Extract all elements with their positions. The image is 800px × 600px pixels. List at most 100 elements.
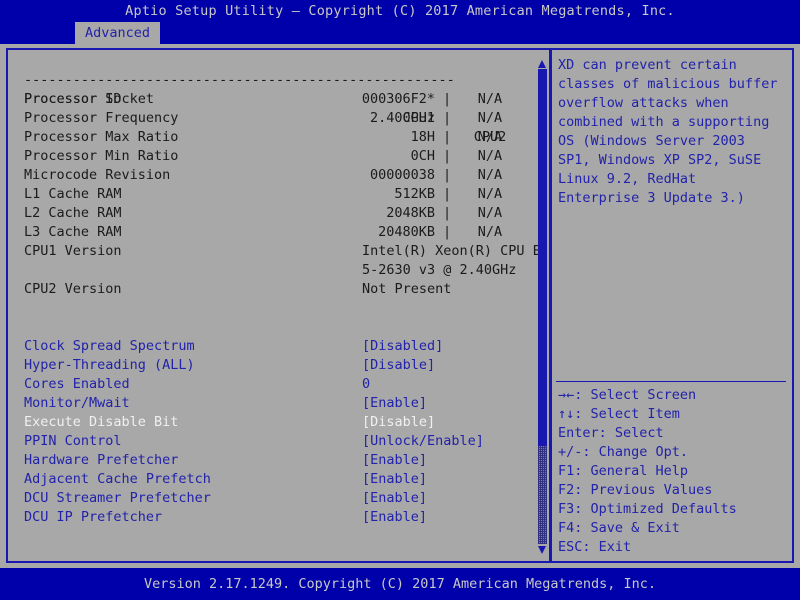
info-row-label: Processor Min Ratio [24, 148, 179, 164]
cpu-version-label: CPU2 Version [24, 281, 122, 297]
option-row[interactable]: Hyper-Threading (ALL) [Disable] [10, 356, 540, 375]
option-row[interactable]: PPIN Control [Unlock/Enable] [10, 432, 540, 451]
info-row-cpu1-value: 18H [410, 129, 435, 145]
option-row[interactable]: Monitor/Mwait [Enable] [10, 394, 540, 413]
info-row-cpu2-value: N/A [477, 148, 503, 164]
info-row-label: Processor ID [24, 91, 122, 107]
cpu-version-label: CPU1 Version [24, 243, 122, 259]
key-legend-line: ↑↓: Select Item [558, 406, 680, 422]
separator-row: ----------------------------------------… [10, 52, 540, 88]
processor-info-table: Processor ID 000306F2* | N/A Processor Frequ… [10, 90, 540, 242]
option-value[interactable]: [Disable] [362, 356, 435, 375]
option-value[interactable]: [Disable] [362, 413, 435, 432]
info-row-label: Microcode Revision [24, 167, 171, 183]
cpu-version-value: Intel(R) Xeon(R) CPU E [362, 243, 540, 259]
option-row[interactable]: DCU Streamer Prefetcher [Enable] [10, 489, 540, 508]
info-row-cpu2-value: N/A [477, 129, 503, 145]
info-row-separator: | [443, 148, 452, 164]
info-row-cpu1-value: 2048KB [386, 205, 435, 221]
option-value[interactable]: 0 [362, 375, 370, 394]
key-legend-line: F2: Previous Values [558, 482, 713, 498]
option-label: DCU Streamer Prefetcher [24, 490, 211, 506]
cpu-version-row: 5-2630 v3 @ 2.40GHz [10, 261, 540, 280]
option-row[interactable]: Execute Disable Bit [Disable] [10, 413, 540, 432]
option-value[interactable]: [Enable] [362, 451, 427, 470]
option-label: Execute Disable Bit [24, 414, 179, 430]
key-legend-line: +/-: Change Opt. [558, 444, 689, 460]
help-description-line: overflow attacks when [558, 95, 729, 111]
help-description-pane: XD can prevent certain classes of malicio… [558, 56, 790, 208]
info-row-separator: | [443, 224, 452, 240]
option-row[interactable]: Cores Enabled 0 [10, 375, 540, 394]
info-row: Processor Frequency 2.400GHz | N/A [10, 109, 540, 128]
info-row-cpu2-value: N/A [477, 224, 503, 240]
key-legend-pane: →←: Select Screen ↑↓: Select Item Enter: S… [558, 386, 790, 557]
key-legend-line: F3: Optimized Defaults [558, 501, 737, 517]
help-description-line: XD can prevent certain [558, 57, 737, 73]
option-value[interactable]: [Enable] [362, 394, 427, 413]
help-description-line: Enterprise 3 Update 3.) [558, 190, 745, 206]
option-value[interactable]: [Unlock/Enable] [362, 432, 484, 451]
key-legend-line: F1: General Help [558, 463, 689, 479]
key-legend-line: F4: Save & Exit [558, 520, 680, 536]
info-row: L1 Cache RAM 512KB | N/A [10, 185, 540, 204]
help-description-line: combined with a supporting [558, 114, 770, 130]
option-row[interactable]: DCU IP Prefetcher [Enable] [10, 508, 540, 527]
tab-bar: Advanced [0, 22, 800, 44]
key-legend-line: →←: Select Screen [558, 387, 697, 403]
help-divider [556, 381, 786, 382]
scroll-up-arrow-icon[interactable] [538, 60, 546, 68]
option-row[interactable]: Clock Spread Spectrum [Disabled] [10, 337, 540, 356]
option-label: DCU IP Prefetcher [24, 509, 163, 525]
column-header-row: Processor Socket CPU1 CPU2 [10, 71, 540, 145]
info-row-label: L3 Cache RAM [24, 224, 122, 240]
info-row-label: Processor Frequency [24, 110, 179, 126]
option-list: Clock Spread Spectrum [Disabled] Hyper-Thr… [10, 337, 540, 527]
option-value[interactable]: [Enable] [362, 470, 427, 489]
info-row-cpu2-value: N/A [477, 205, 503, 221]
info-row-separator: | [443, 205, 452, 221]
info-row: Processor Min Ratio 0CH | N/A [10, 147, 540, 166]
key-legend-line: ESC: Exit [558, 539, 632, 555]
tab-advanced[interactable]: Advanced [75, 22, 161, 44]
window-title: Aptio Setup Utility – Copyright (C) 2017… [0, 0, 800, 22]
bios-setup-screen: Aptio Setup Utility – Copyright (C) 2017… [0, 0, 800, 600]
option-value[interactable]: [Disabled] [362, 337, 443, 356]
info-row-separator: | [443, 167, 452, 183]
option-label: Cores Enabled [24, 376, 130, 392]
option-value[interactable]: [Enable] [362, 489, 427, 508]
info-row-cpu2-value: N/A [477, 110, 503, 126]
spacer-row [10, 299, 540, 318]
option-value[interactable]: [Enable] [362, 508, 427, 527]
option-row[interactable]: Hardware Prefetcher [Enable] [10, 451, 540, 470]
scrollbar[interactable] [538, 58, 547, 555]
option-label: Hardware Prefetcher [24, 452, 179, 468]
scrollbar-thumb[interactable] [538, 69, 547, 446]
info-row-label: L1 Cache RAM [24, 186, 122, 202]
info-row-cpu2-value: N/A [477, 91, 503, 107]
info-row-label: Processor Max Ratio [24, 129, 179, 145]
option-label: Clock Spread Spectrum [24, 338, 195, 354]
info-row-separator: | [443, 186, 452, 202]
info-row-cpu1-value: 2.400GHz [369, 110, 435, 126]
option-row[interactable]: Adjacent Cache Prefetch [Enable] [10, 470, 540, 489]
scroll-down-arrow-icon[interactable] [538, 546, 546, 554]
cpu-version-block: CPU1 Version Intel(R) Xeon(R) CPU E 5-2630… [10, 242, 540, 299]
option-label: Adjacent Cache Prefetch [24, 471, 211, 487]
help-description-line: OS (Windows Server 2003 [558, 133, 745, 149]
settings-pane: ----------------------------------------… [10, 52, 540, 559]
key-legend-line: Enter: Select [558, 425, 664, 441]
info-row: L2 Cache RAM 2048KB | N/A [10, 204, 540, 223]
info-row-separator: | [443, 91, 452, 107]
info-row-cpu1-value: 0CH [410, 148, 435, 164]
panel-divider [549, 48, 552, 563]
cpu-version-value: Not Present [362, 281, 452, 297]
info-row-separator: | [443, 110, 452, 126]
spacer-row [10, 318, 540, 337]
info-row-cpu2-value: N/A [477, 167, 503, 183]
help-description-line: Linux 9.2, RedHat [558, 171, 697, 187]
cpu-version-value: 5-2630 v3 @ 2.40GHz [362, 262, 517, 278]
option-label: Hyper-Threading (ALL) [24, 357, 195, 373]
help-description-line: classes of malicious buffer [558, 76, 778, 92]
info-row-cpu1-value: 000306F2* [361, 91, 435, 107]
